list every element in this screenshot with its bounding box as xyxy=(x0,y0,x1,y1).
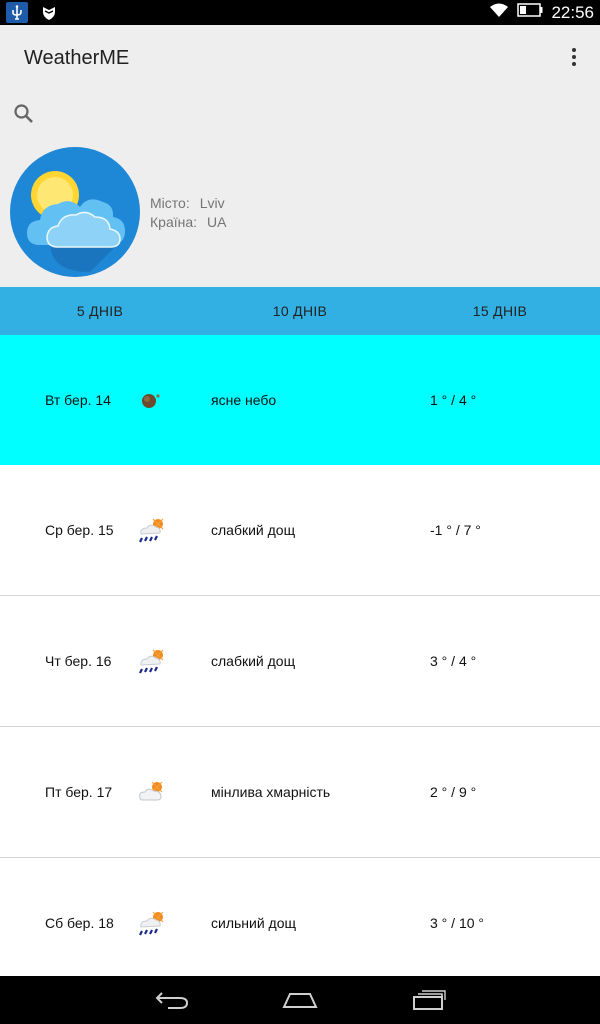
forecast-description: слабкий дощ xyxy=(211,653,296,669)
home-icon[interactable] xyxy=(280,986,320,1014)
forecast-temp: 2 ° / 9 ° xyxy=(430,784,477,800)
system-nav-bar xyxy=(0,976,600,1024)
forecast-date: Сб бер. 18 xyxy=(45,915,114,931)
status-bar: 22:56 xyxy=(0,0,600,25)
battery-icon xyxy=(517,3,543,22)
forecast-row[interactable]: Вт бер. 14 ясне небо 1 ° / 4 ° xyxy=(0,335,600,465)
usb-icon xyxy=(6,2,28,23)
wifi-icon xyxy=(489,2,509,23)
tab-15-days[interactable]: 15 ДНІВ xyxy=(400,287,600,335)
forecast-description: мінлива хмарність xyxy=(211,784,331,800)
forecast-description: сильний дощ xyxy=(211,915,297,931)
shield-icon xyxy=(38,2,60,23)
forecast-date: Вт бер. 14 xyxy=(45,392,111,408)
location-info: Місто: Lviv Країна: UA xyxy=(150,194,226,232)
tab-10-days[interactable]: 10 ДНІВ xyxy=(200,287,400,335)
tab-5-days[interactable]: 5 ДНІВ xyxy=(0,287,200,335)
partly-cloudy-icon xyxy=(136,778,166,806)
status-time: 22:56 xyxy=(551,2,594,22)
app-bar: WeatherME xyxy=(0,25,600,90)
forecast-date: Ср бер. 15 xyxy=(45,522,114,538)
country-value: UA xyxy=(207,214,227,230)
city-label: Місто: xyxy=(150,195,190,211)
app-logo xyxy=(10,147,140,277)
forecast-date: Пт бер. 17 xyxy=(45,784,113,800)
country-label: Країна: xyxy=(150,214,198,230)
forecast-temp: 3 ° / 10 ° xyxy=(430,915,485,931)
rain-sun-icon xyxy=(136,909,166,937)
forecast-row[interactable]: Ср бер. 15 слабкий дощ -1 ° / 7 ° xyxy=(0,465,600,596)
forecast-description: слабкий дощ xyxy=(211,522,296,538)
rain-sun-icon xyxy=(136,647,166,675)
rain-sun-icon xyxy=(136,516,166,544)
period-tabs: 5 ДНІВ 10 ДНІВ 15 ДНІВ xyxy=(0,287,600,335)
forecast-row[interactable]: Пт бер. 17 мінлива хмарність 2 ° / 9 ° xyxy=(0,727,600,858)
forecast-temp: 3 ° / 4 ° xyxy=(430,653,477,669)
city-value: Lviv xyxy=(199,195,225,211)
overflow-menu-icon[interactable] xyxy=(562,45,586,69)
forecast-list: Вт бер. 14 ясне небо 1 ° / 4 ° Ср бер. 1… xyxy=(0,335,600,976)
forecast-row[interactable]: Сб бер. 18 сильний дощ 3 ° / 10 ° xyxy=(0,858,600,976)
recents-icon[interactable] xyxy=(408,986,448,1014)
location-header: Місто: Lviv Країна: UA xyxy=(0,90,600,287)
app-title: WeatherME xyxy=(24,47,130,69)
search-icon[interactable] xyxy=(12,102,36,126)
forecast-temp: -1 ° / 7 ° xyxy=(430,522,481,538)
back-icon[interactable] xyxy=(152,986,192,1014)
forecast-description: ясне небо xyxy=(211,392,277,408)
clear-night-icon xyxy=(136,386,166,414)
forecast-row[interactable]: Чт бер. 16 слабкий дощ 3 ° / 4 ° xyxy=(0,596,600,727)
forecast-temp: 1 ° / 4 ° xyxy=(430,392,477,408)
forecast-date: Чт бер. 16 xyxy=(45,653,112,669)
